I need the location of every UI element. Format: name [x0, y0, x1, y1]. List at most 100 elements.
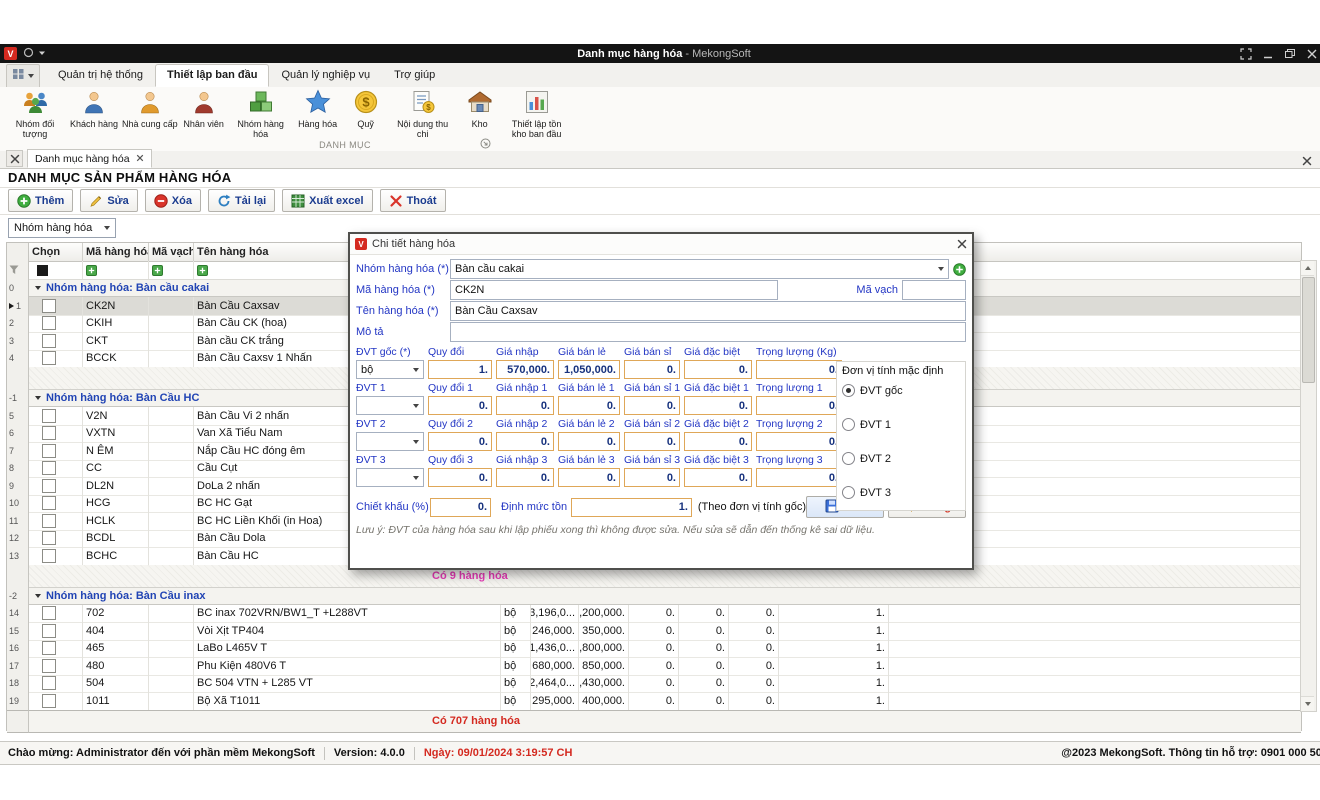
quick-access-caret-icon[interactable]: [38, 48, 46, 60]
weight-input-3[interactable]: 0.: [756, 468, 842, 487]
row-checkbox[interactable]: [42, 694, 56, 708]
product-row[interactable]: 15404Vòi Xịt TP404bộ246,000.350,000.0.0.…: [7, 622, 1301, 640]
scroll-up-icon[interactable]: [1301, 261, 1314, 276]
ribbon-item-suppliers[interactable]: Nhà cung cấp: [120, 87, 180, 129]
default-unit-radio-3[interactable]: ĐVT 3: [842, 486, 960, 499]
row-checkbox[interactable]: [42, 496, 56, 510]
select-cell[interactable]: [29, 297, 83, 316]
row-checkbox[interactable]: [42, 641, 56, 655]
select-cell[interactable]: [29, 425, 83, 444]
row-checkbox[interactable]: [42, 461, 56, 475]
scroll-down-icon[interactable]: [1301, 696, 1314, 711]
filter-cell[interactable]: [149, 261, 194, 280]
win-fit-icon[interactable]: [1240, 48, 1252, 60]
default-unit-radio-0[interactable]: ĐVT gốc: [842, 384, 960, 397]
row-checkbox[interactable]: [42, 444, 56, 458]
unit-combo-1[interactable]: [356, 396, 424, 415]
filter-cell[interactable]: [83, 261, 149, 280]
product-row[interactable]: 18504BC 504 VTN + L285 VTbộ2,464,0...3,4…: [7, 675, 1301, 693]
row-checkbox[interactable]: [42, 426, 56, 440]
retail-input-0[interactable]: 1,050,000.: [558, 360, 620, 379]
conv-input-3[interactable]: 0.: [428, 468, 492, 487]
name-input[interactable]: Bàn Cầu Caxsav: [450, 301, 966, 321]
vertical-scrollbar[interactable]: [1300, 260, 1317, 712]
weight-input-1[interactable]: 0.: [756, 396, 842, 415]
row-checkbox[interactable]: [42, 531, 56, 545]
row-checkbox[interactable]: [42, 659, 56, 673]
ribbon-item-products[interactable]: Hàng hóa: [294, 87, 342, 129]
select-cell[interactable]: [29, 692, 83, 711]
cost-input-3[interactable]: 0.: [496, 468, 554, 487]
cost-input-2[interactable]: 0.: [496, 432, 554, 451]
product-row[interactable]: 14702BC inax 702VRN/BW1_T +L288VTbộ3,196…: [7, 605, 1301, 623]
ribbon-item-initial-stock[interactable]: Thiết lập tồn kho ban đầu: [504, 87, 570, 139]
filter-plus-icon[interactable]: [152, 265, 163, 276]
special-input-2[interactable]: 0.: [684, 432, 752, 451]
row-checkbox[interactable]: [42, 676, 56, 690]
row-checkbox[interactable]: [42, 606, 56, 620]
cost-input-0[interactable]: 570,000.: [496, 360, 554, 379]
ribbon-item-income-content[interactable]: $Nội dung thu chi: [390, 87, 456, 139]
special-input-0[interactable]: 0.: [684, 360, 752, 379]
column-header-3[interactable]: Mã vạch: [149, 243, 194, 262]
select-cell[interactable]: [29, 350, 83, 369]
row-checkbox[interactable]: [42, 316, 56, 330]
cost-input-1[interactable]: 0.: [496, 396, 554, 415]
row-checkbox[interactable]: [42, 624, 56, 638]
stock-norm-input[interactable]: 1.: [571, 498, 692, 517]
retail-input-2[interactable]: 0.: [558, 432, 620, 451]
row-checkbox[interactable]: [42, 514, 56, 528]
ribbon-item-customers[interactable]: Khách hàng: [68, 87, 120, 129]
column-header-2[interactable]: Mã hàng hóa: [83, 243, 149, 262]
ribbon-item-fund[interactable]: $Quỹ: [342, 87, 390, 129]
filter-plus-icon[interactable]: [197, 265, 208, 276]
select-all-box[interactable]: [37, 265, 48, 276]
product-row[interactable]: 191011Bộ Xã T1011bộ295,000.400,000.0.0.0…: [7, 692, 1301, 710]
menu-tab-business[interactable]: Quản lý nghiệp vụ: [269, 64, 382, 87]
weight-input-2[interactable]: 0.: [756, 432, 842, 451]
select-cell[interactable]: [29, 530, 83, 549]
row-checkbox[interactable]: [42, 409, 56, 423]
tab-close-icon[interactable]: [136, 153, 144, 165]
column-header-1[interactable]: Chọn: [29, 243, 83, 262]
barcode-input[interactable]: [902, 280, 966, 300]
special-input-3[interactable]: 0.: [684, 468, 752, 487]
product-row[interactable]: 16465LaBo L465V Tbộ1,436,0...1,800,000.0…: [7, 640, 1301, 658]
code-input[interactable]: CK2N: [450, 280, 778, 300]
group-row[interactable]: -2Nhóm hàng hóa: Bàn Cầu inax: [7, 587, 1301, 605]
dialog-launcher-icon[interactable]: [480, 138, 491, 149]
menu-tab-help[interactable]: Trợ giúp: [382, 64, 447, 87]
ribbon-item-employees[interactable]: Nhân viên: [180, 87, 228, 129]
default-unit-radio-1[interactable]: ĐVT 1: [842, 418, 960, 431]
add-group-icon[interactable]: [953, 263, 966, 276]
product-row[interactable]: 17480Phu Kiện 480V6 Tbộ680,000.850,000.0…: [7, 657, 1301, 675]
select-cell[interactable]: [29, 477, 83, 496]
wholesale-input-1[interactable]: 0.: [624, 396, 680, 415]
select-cell[interactable]: [29, 512, 83, 531]
retail-input-3[interactable]: 0.: [558, 468, 620, 487]
conv-input-2[interactable]: 0.: [428, 432, 492, 451]
unit-combo-0[interactable]: bộ: [356, 360, 424, 379]
select-cell[interactable]: [29, 640, 83, 659]
weight-input-0[interactable]: 0.: [756, 360, 842, 379]
wholesale-input-2[interactable]: 0.: [624, 432, 680, 451]
conv-input-1[interactable]: 0.: [428, 396, 492, 415]
close-tab-icon[interactable]: [1302, 156, 1312, 166]
collapse-icon[interactable]: [35, 286, 41, 290]
unit-combo-3[interactable]: [356, 468, 424, 487]
ribbon-item-object-groups[interactable]: Nhóm đối tượng: [2, 87, 68, 139]
select-cell[interactable]: [29, 332, 83, 351]
win-close-icon[interactable]: [1306, 48, 1318, 60]
description-input[interactable]: [450, 322, 966, 342]
app-menu-button[interactable]: [6, 64, 40, 87]
tab-danh-muc-hang-hoa[interactable]: Danh mục hàng hóa: [27, 149, 152, 168]
select-cell[interactable]: [29, 547, 83, 566]
group-combo[interactable]: Bàn cầu cakai: [450, 259, 949, 279]
conv-input-0[interactable]: 1.: [428, 360, 492, 379]
row-checkbox[interactable]: [42, 334, 56, 348]
select-cell[interactable]: [29, 407, 83, 426]
select-cell[interactable]: [29, 315, 83, 334]
filter-plus-icon[interactable]: [86, 265, 97, 276]
retail-input-1[interactable]: 0.: [558, 396, 620, 415]
collapse-icon[interactable]: [35, 594, 41, 598]
